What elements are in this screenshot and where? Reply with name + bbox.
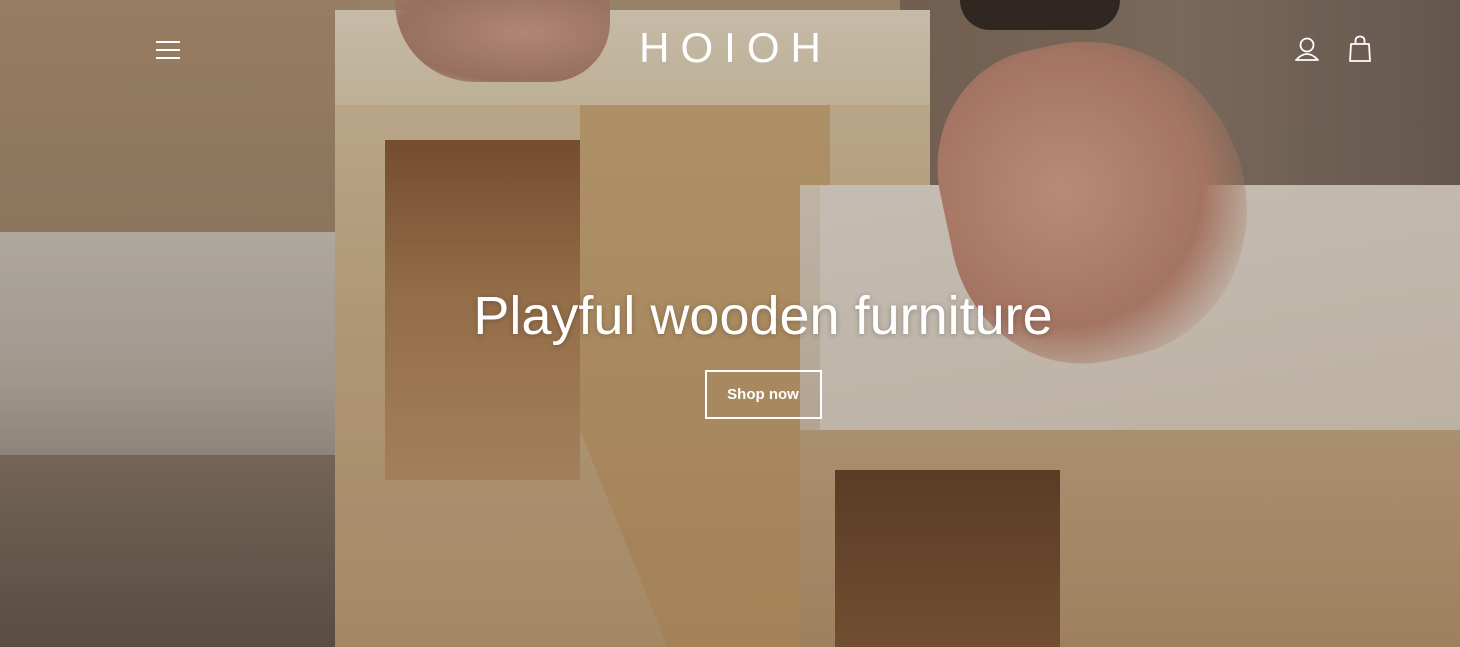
cart-button[interactable] xyxy=(1347,34,1373,64)
hero-title: Playful wooden furniture xyxy=(473,286,1053,346)
hero-banner: HOIOH Playful wooden furniture Shop now xyxy=(0,0,1460,647)
hero-content: Playful wooden furniture Shop now xyxy=(0,283,1460,419)
site-logo[interactable]: HOIOH xyxy=(0,24,1460,72)
shopping-bag-icon xyxy=(1349,35,1371,62)
account-button[interactable] xyxy=(1294,36,1320,64)
site-header: HOIOH xyxy=(0,0,1460,100)
user-icon xyxy=(1295,37,1319,61)
shop-now-button[interactable]: Shop now xyxy=(704,370,822,419)
